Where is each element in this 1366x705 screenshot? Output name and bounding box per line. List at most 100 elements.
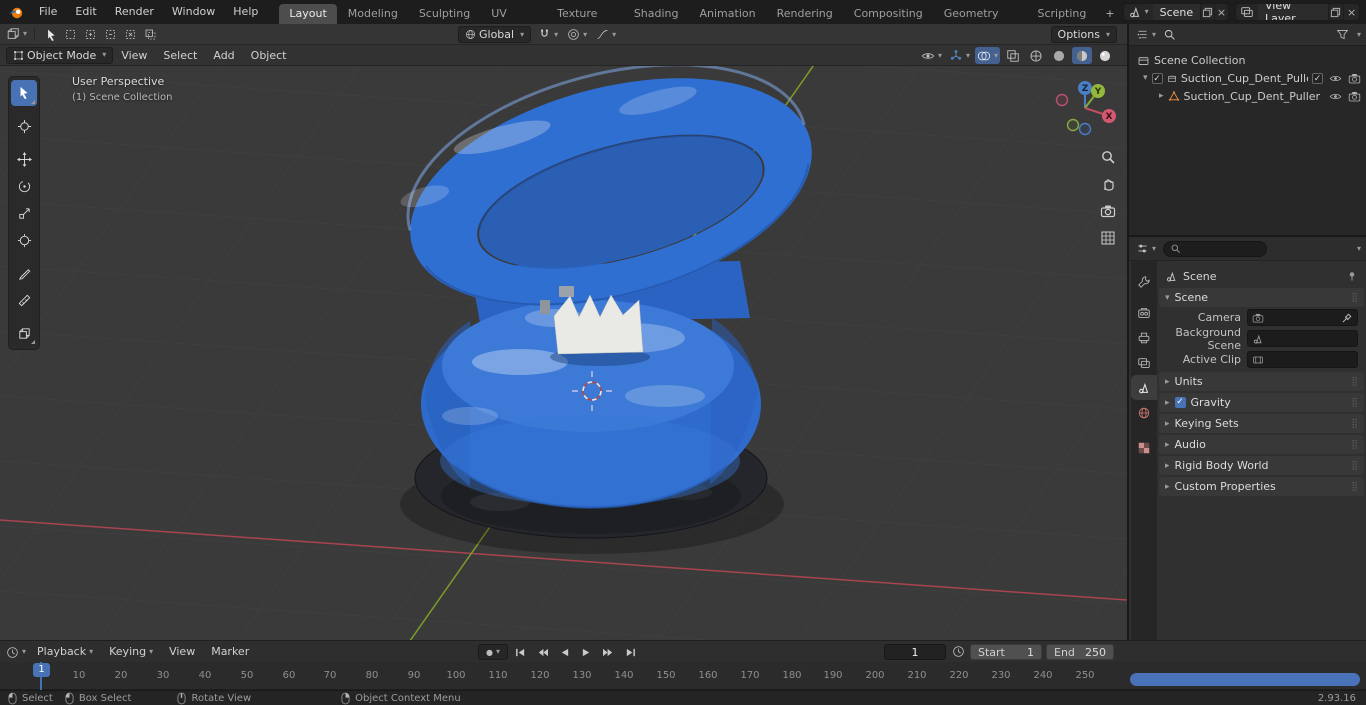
- horizontal-scrollbar[interactable]: [1130, 673, 1360, 686]
- navigation-gizmo[interactable]: Z Y X: [1050, 73, 1120, 143]
- panel-custom-properties[interactable]: ▸ Custom Properties ⣿: [1159, 477, 1364, 496]
- panel-scene[interactable]: ▾ Scene ⣿: [1159, 288, 1364, 307]
- view-layer-remove-button[interactable]: ×: [1343, 4, 1359, 20]
- playhead-frame-badge[interactable]: 1: [33, 663, 50, 677]
- falloff-dropdown[interactable]: ▾: [594, 26, 618, 43]
- camera-view-button[interactable]: [1099, 202, 1117, 220]
- tab-scripting[interactable]: Scripting: [1027, 4, 1096, 24]
- panel-keying-sets[interactable]: ▸ Keying Sets ⣿: [1159, 414, 1364, 433]
- outliner-editor-type-button[interactable]: ▾: [1134, 26, 1158, 43]
- editor-type-button[interactable]: ▾: [4, 26, 29, 43]
- play-button[interactable]: [577, 644, 596, 660]
- menu-file[interactable]: File: [30, 0, 66, 24]
- view-layer-copy-button[interactable]: [1327, 4, 1344, 20]
- drag-handle-icon[interactable]: ⣿: [1351, 398, 1358, 408]
- tab-animation[interactable]: Animation: [690, 4, 766, 24]
- visibility-dropdown[interactable]: ▾: [919, 47, 944, 64]
- background-scene-field[interactable]: [1247, 330, 1358, 347]
- menu-add[interactable]: Add: [205, 45, 242, 66]
- tab-layout[interactable]: Layout: [279, 4, 337, 24]
- active-clip-field[interactable]: [1247, 351, 1358, 368]
- tab-texture-properties[interactable]: [1131, 435, 1157, 460]
- active-tool-icon[interactable]: [40, 26, 60, 43]
- tool-rotate[interactable]: [11, 173, 37, 199]
- tool-cursor[interactable]: [11, 113, 37, 139]
- add-workspace-button[interactable]: +: [1097, 4, 1122, 24]
- gizmo-axis-z[interactable]: Z: [1078, 81, 1092, 95]
- scene-browse-button[interactable]: ▾: [1123, 4, 1153, 20]
- ortho-toggle-button[interactable]: [1099, 229, 1117, 247]
- gizmos-dropdown[interactable]: ▾: [947, 47, 972, 64]
- outliner-row-collection[interactable]: ▾ ✓ Suction_Cup_Dent_Puller_Fak ✓: [1129, 69, 1366, 87]
- collection-exclude-checkbox[interactable]: ✓: [1151, 72, 1163, 84]
- overlays-dropdown[interactable]: ▾: [974, 47, 1000, 64]
- proportional-editing-button[interactable]: ▾: [565, 26, 589, 43]
- scene-copy-button[interactable]: [1200, 4, 1215, 20]
- view-layer-browse-button[interactable]: [1236, 4, 1258, 20]
- menu-view[interactable]: View: [113, 45, 155, 66]
- properties-search-field[interactable]: [1163, 240, 1268, 257]
- expand-arrow-icon[interactable]: ▸: [1159, 91, 1164, 101]
- frame-start-field[interactable]: Start 1: [970, 644, 1042, 660]
- panel-units[interactable]: ▸ Units ⣿: [1159, 372, 1364, 391]
- drag-handle-icon[interactable]: ⣿: [1351, 461, 1358, 471]
- jump-to-end-button[interactable]: [621, 644, 640, 660]
- camera-field[interactable]: [1247, 309, 1358, 326]
- menu-window[interactable]: Window: [163, 0, 224, 24]
- gizmo-axis-x-neg[interactable]: [1055, 93, 1069, 107]
- tab-render-properties[interactable]: [1131, 300, 1157, 325]
- hide-eye-icon[interactable]: [1329, 72, 1342, 85]
- tab-tool-properties[interactable]: [1131, 269, 1157, 294]
- current-frame-field[interactable]: 1: [884, 644, 946, 660]
- playback-menu[interactable]: Playback ▾: [30, 641, 100, 663]
- zoom-button[interactable]: [1099, 148, 1117, 166]
- scene-name[interactable]: Scene: [1153, 6, 1201, 19]
- eyedropper-icon[interactable]: [1341, 312, 1353, 324]
- menu-render[interactable]: Render: [106, 0, 163, 24]
- shading-material-button[interactable]: [1072, 47, 1092, 64]
- panel-gravity[interactable]: ▸ ✓ Gravity ⣿: [1159, 393, 1364, 412]
- properties-search-input[interactable]: [1185, 243, 1256, 254]
- selectable-checkbox[interactable]: ✓: [1312, 72, 1323, 84]
- panel-rigid-body-world[interactable]: ▸ Rigid Body World ⣿: [1159, 456, 1364, 475]
- scene-unlink-button[interactable]: ×: [1214, 4, 1228, 20]
- gizmo-axis-x[interactable]: X: [1102, 109, 1116, 123]
- tab-world-properties[interactable]: [1131, 400, 1157, 425]
- mode-dropdown[interactable]: Object Mode ▾: [6, 46, 114, 64]
- shading-solid-button[interactable]: [1049, 47, 1069, 64]
- select-mode-new-button[interactable]: [60, 26, 80, 43]
- gizmo-axis-z-neg[interactable]: [1078, 122, 1092, 136]
- view-layer-name[interactable]: View Layer: [1258, 4, 1328, 20]
- keying-menu[interactable]: Keying ▾: [102, 641, 160, 663]
- pan-button[interactable]: [1099, 175, 1117, 193]
- properties-editor-type-button[interactable]: ▾: [1134, 240, 1158, 257]
- tool-annotate[interactable]: [11, 260, 37, 286]
- outliner-filter-button[interactable]: [1336, 28, 1349, 41]
- pin-button[interactable]: [1346, 270, 1358, 282]
- outliner-row-scene-collection[interactable]: Scene Collection: [1129, 51, 1366, 69]
- timeline-view-menu[interactable]: View: [162, 641, 202, 663]
- tab-texture-paint[interactable]: Texture Paint: [547, 4, 623, 40]
- gizmo-axis-y-neg[interactable]: [1066, 118, 1080, 132]
- frame-end-field[interactable]: End 250: [1046, 644, 1114, 660]
- shading-wireframe-button[interactable]: [1026, 47, 1046, 64]
- disable-render-camera-icon[interactable]: [1348, 72, 1361, 85]
- select-mode-intersect-button[interactable]: [140, 26, 160, 43]
- next-keyframe-button[interactable]: [599, 644, 618, 660]
- suction-cup-model[interactable]: [381, 66, 836, 554]
- jump-to-start-button[interactable]: [511, 644, 530, 660]
- drag-handle-icon[interactable]: ⣿: [1351, 293, 1358, 303]
- marker-menu[interactable]: Marker: [204, 641, 256, 663]
- play-reverse-button[interactable]: [555, 644, 574, 660]
- previous-keyframe-button[interactable]: [533, 644, 552, 660]
- blender-logo-icon[interactable]: [0, 5, 30, 19]
- gravity-checkbox[interactable]: ✓: [1174, 397, 1186, 408]
- tool-transform[interactable]: [11, 227, 37, 253]
- disable-render-camera-icon[interactable]: [1348, 90, 1361, 103]
- select-mode-invert-button[interactable]: [120, 26, 140, 43]
- tab-shading[interactable]: Shading: [624, 4, 689, 24]
- outliner-search-button[interactable]: [1163, 28, 1176, 41]
- tool-add-cube[interactable]: [11, 320, 37, 346]
- xray-toggle-button[interactable]: [1003, 47, 1023, 64]
- tab-rendering[interactable]: Rendering: [767, 4, 843, 24]
